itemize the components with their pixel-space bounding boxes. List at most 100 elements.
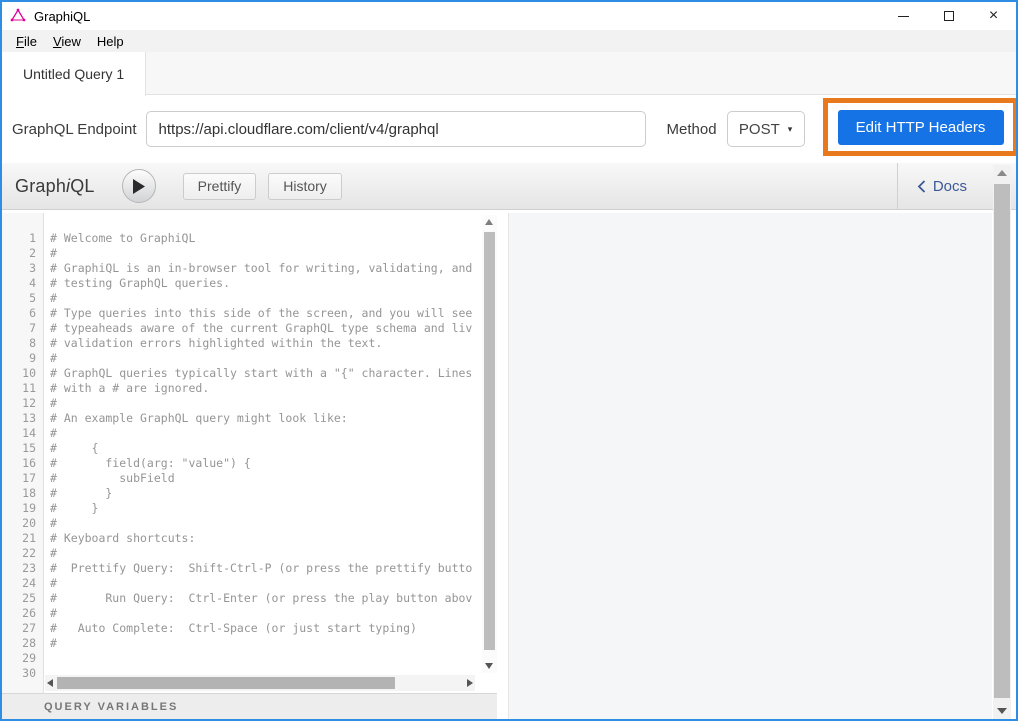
code-line[interactable]: # subField [50,471,481,486]
line-number: 10 [2,366,36,381]
graphql-logo-icon [10,8,26,24]
edit-http-headers-button[interactable]: Edit HTTP Headers [838,110,1004,145]
line-number: 23 [2,561,36,576]
editor-vertical-scrollbar[interactable] [482,215,497,673]
code-line[interactable]: # } [50,501,481,516]
code-line[interactable]: # [50,636,481,651]
tab-untitled-query-1[interactable]: Untitled Query 1 [2,52,146,96]
scroll-down-arrow-icon[interactable] [485,663,493,669]
line-number: 28 [2,636,36,651]
line-number: 9 [2,351,36,366]
line-number: 18 [2,486,36,501]
page-scroll-down-arrow-icon[interactable] [997,708,1007,714]
page-scroll-thumb[interactable] [994,184,1010,698]
editor-vertical-scroll-thumb[interactable] [484,232,495,650]
code-line[interactable]: # [50,351,481,366]
code-line[interactable]: # [50,516,481,531]
code-line[interactable]: # An example GraphQL query might look li… [50,411,481,426]
code-line[interactable]: # GraphiQL is an in-browser tool for wri… [50,261,481,276]
code-line[interactable]: # [50,426,481,441]
code-line[interactable]: # [50,606,481,621]
code-line[interactable]: # GraphQL queries typically start with a… [50,366,481,381]
chevron-left-icon [917,180,926,193]
code-line[interactable]: # [50,396,481,411]
result-pane [508,213,992,719]
code-line[interactable]: # Keyboard shortcuts: [50,531,481,546]
scroll-left-arrow-icon[interactable] [47,679,53,687]
endpoint-input[interactable] [146,111,646,147]
graphiql-logo: GraphiQL [15,176,95,197]
query-editor-code[interactable]: # Welcome to GraphiQL## GraphiQL is an i… [45,213,481,677]
docs-label: Docs [933,178,967,195]
line-number: 19 [2,501,36,516]
code-line[interactable]: # validation errors highlighted within t… [50,336,481,351]
execute-query-button[interactable] [122,169,156,203]
line-number: 8 [2,336,36,351]
code-line[interactable]: # Prettify Query: Shift-Ctrl-P (or press… [50,561,481,576]
menu-item-view[interactable]: View [45,34,89,49]
code-line[interactable]: # [50,576,481,591]
line-number: 22 [2,546,36,561]
minimize-button[interactable] [881,2,926,30]
line-number: 27 [2,621,36,636]
method-value: POST [739,121,780,138]
prettify-button[interactable]: Prettify [183,173,257,200]
query-variables-header[interactable]: QUERY VARIABLES [2,693,497,719]
query-editor-pane[interactable]: 1234567891011121314151617181920212223242… [2,213,497,719]
tabstrip: Untitled Query 1 [2,52,1016,95]
close-icon: × [989,8,998,24]
editor-horizontal-scrollbar[interactable] [45,675,475,691]
play-icon [132,179,145,194]
code-line[interactable]: # testing GraphQL queries. [50,276,481,291]
code-line[interactable]: # Type queries into this side of the scr… [50,306,481,321]
menubar: File View Help [2,30,1016,52]
method-select[interactable]: POST ▾ [727,111,805,147]
minimize-icon [898,16,909,17]
code-line[interactable]: # Auto Complete: Ctrl-Space (or just sta… [50,621,481,636]
line-number: 12 [2,396,36,411]
method-label: Method [667,121,717,138]
line-number: 25 [2,591,36,606]
line-number: 5 [2,291,36,306]
logo-part: QL [70,176,94,196]
window-title: GraphiQL [34,9,90,24]
page-scrollbar[interactable] [993,165,1011,719]
code-line[interactable]: # Welcome to GraphiQL [50,231,481,246]
docs-toggle[interactable]: Docs [897,163,993,209]
code-line[interactable]: # field(arg: "value") { [50,456,481,471]
scroll-right-arrow-icon[interactable] [467,679,473,687]
line-number: 21 [2,531,36,546]
line-number: 14 [2,426,36,441]
line-number: 6 [2,306,36,321]
line-number: 30 [2,666,36,681]
line-number: 11 [2,381,36,396]
code-line[interactable]: # } [50,486,481,501]
graphiql-toolbar: GraphiQL Prettify History Docs [2,163,1016,210]
scroll-up-arrow-icon[interactable] [485,219,493,225]
code-line[interactable]: # Run Query: Ctrl-Enter (or press the pl… [50,591,481,606]
code-line[interactable]: # [50,291,481,306]
caret-down-icon: ▾ [788,124,793,135]
menu-item-file[interactable]: File [8,34,45,49]
line-number: 15 [2,441,36,456]
history-button[interactable]: History [268,173,342,200]
line-number: 2 [2,246,36,261]
code-line[interactable]: # { [50,441,481,456]
code-line[interactable]: # [50,546,481,561]
code-line[interactable]: # typeaheads aware of the current GraphQ… [50,321,481,336]
code-line[interactable]: # with a # are ignored. [50,381,481,396]
line-number: 29 [2,651,36,666]
annotation-highlight: Edit HTTP Headers [823,98,1018,156]
query-variables-title: QUERY VARIABLES [44,701,178,713]
line-number: 4 [2,276,36,291]
close-button[interactable]: × [971,2,1016,30]
code-line[interactable] [50,651,481,666]
maximize-button[interactable] [926,2,971,30]
editor-horizontal-scroll-thumb[interactable] [57,677,395,689]
maximize-icon [944,11,954,21]
menu-item-help[interactable]: Help [89,34,132,49]
code-line[interactable]: # [50,246,481,261]
endpoint-label: GraphQL Endpoint [12,121,137,138]
line-number: 17 [2,471,36,486]
page-scroll-up-arrow-icon[interactable] [997,170,1007,176]
